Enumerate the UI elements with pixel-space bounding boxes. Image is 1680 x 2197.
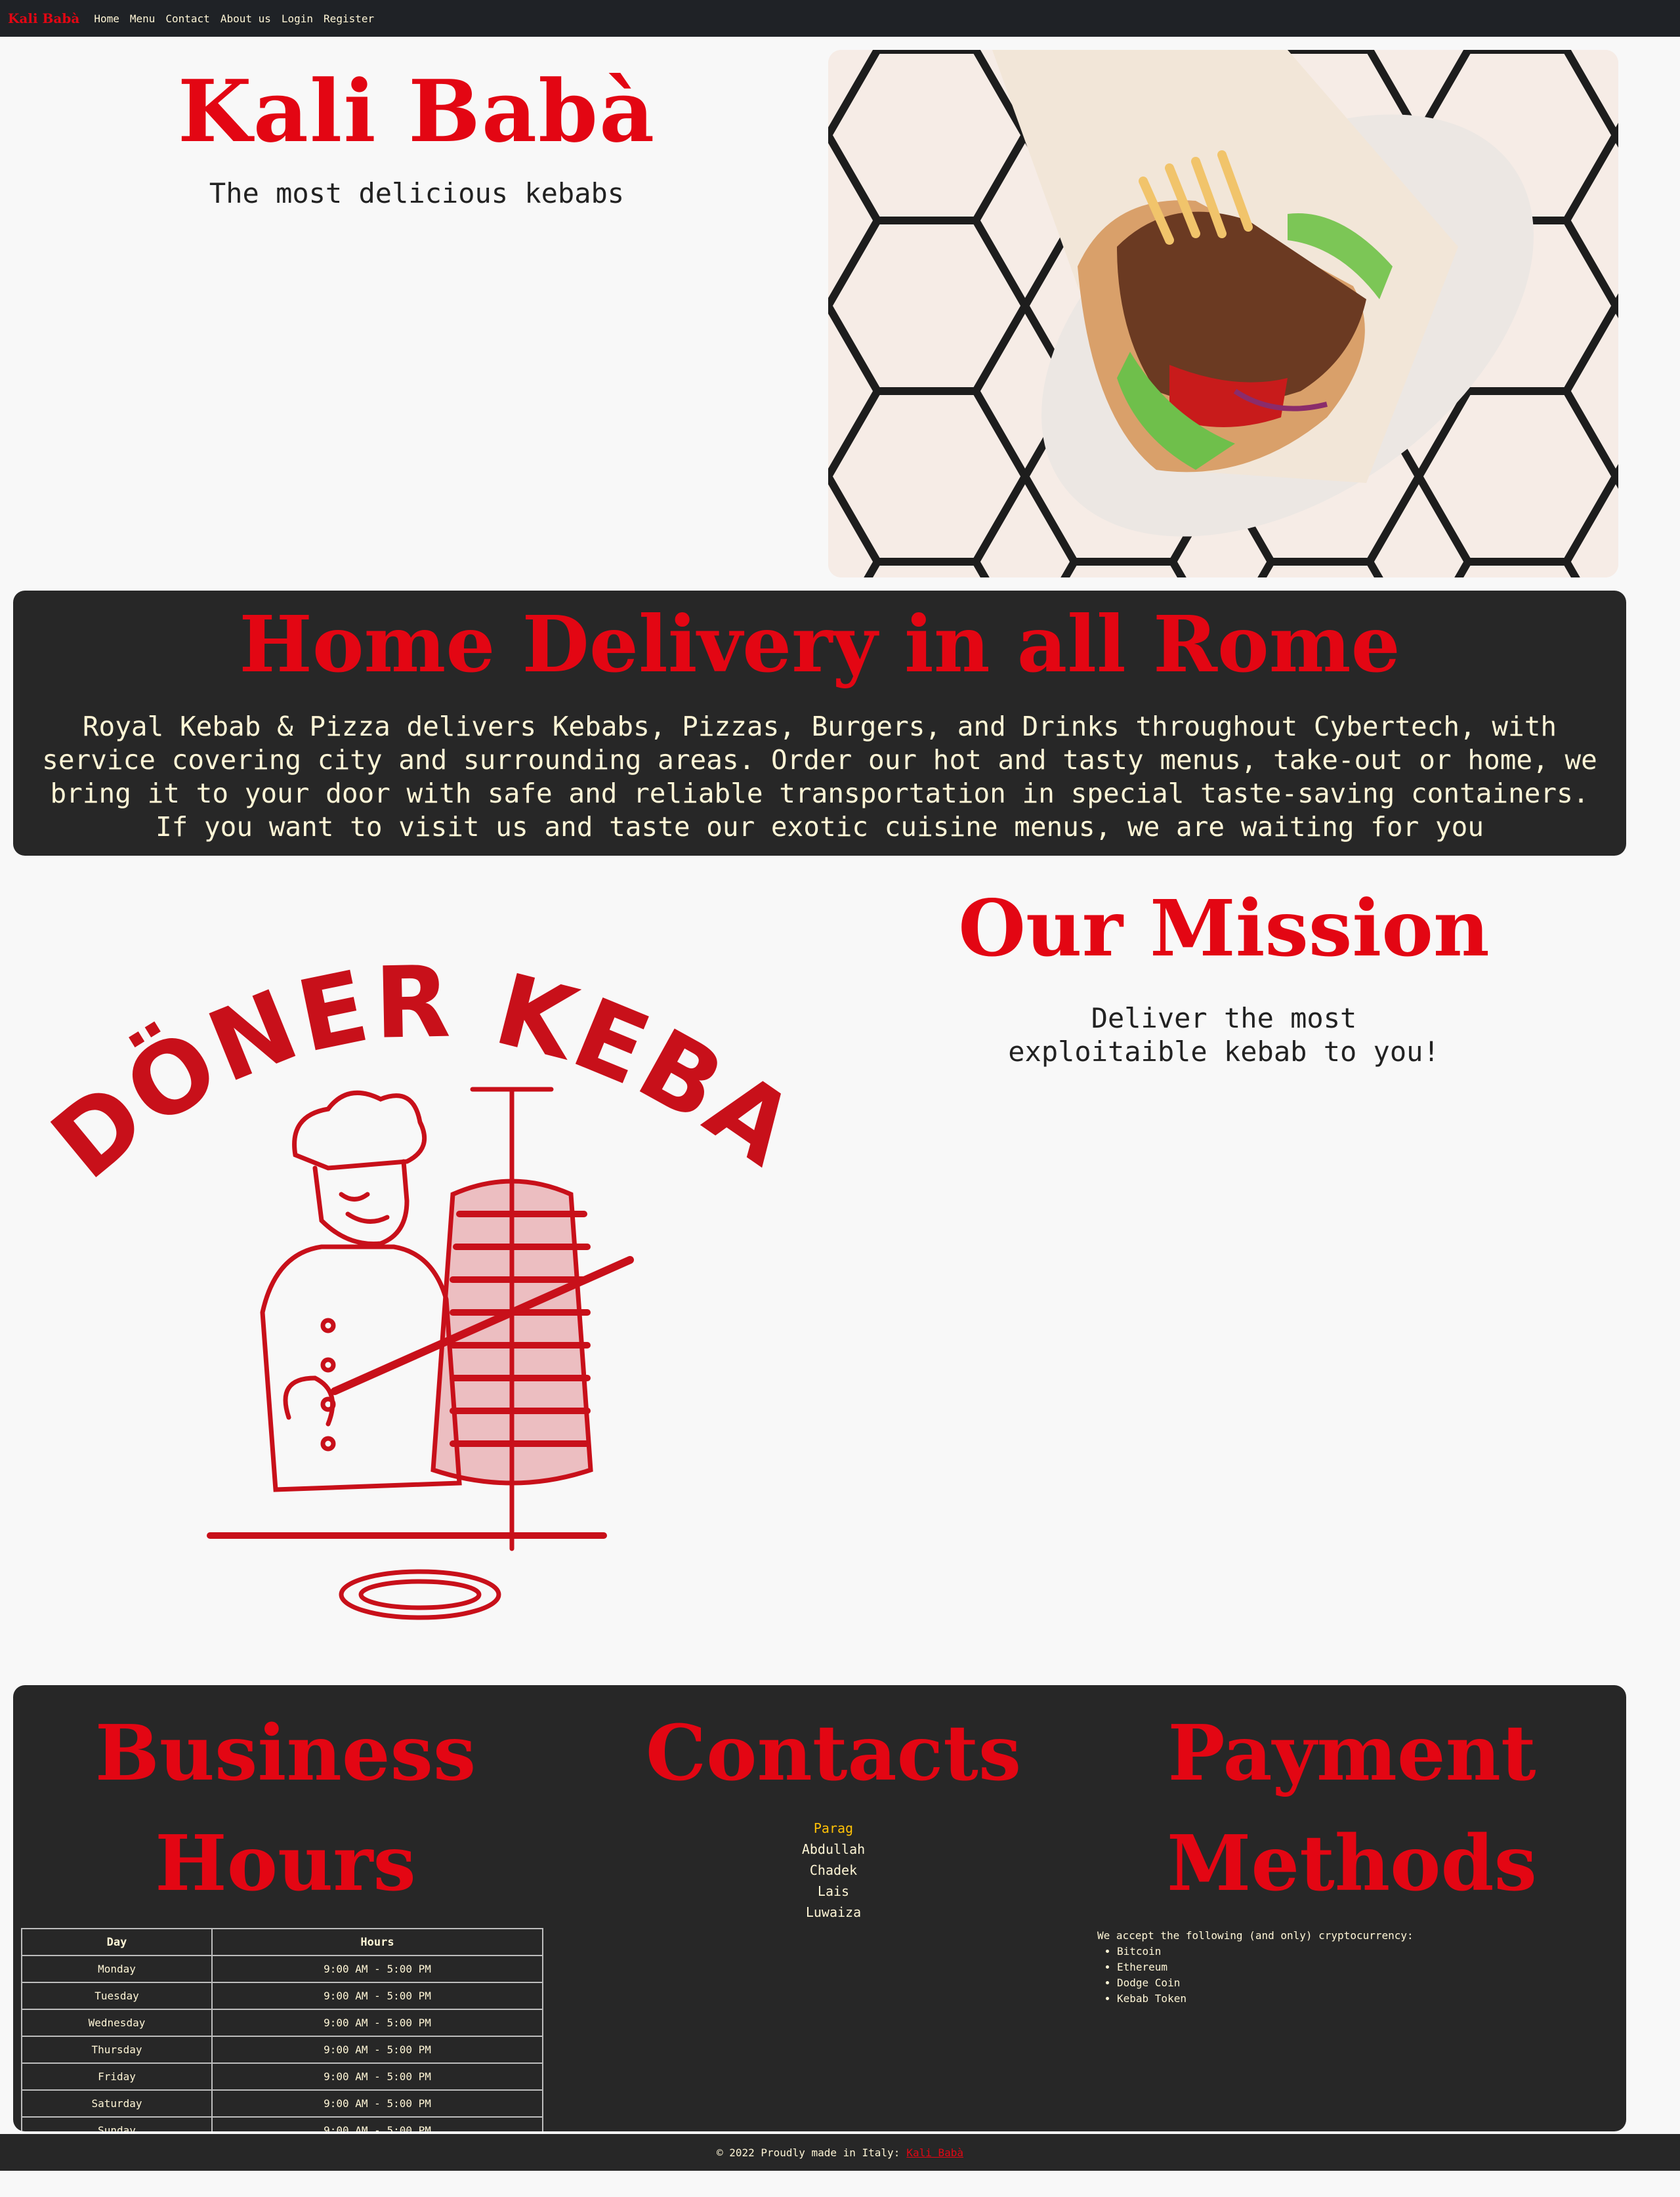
table-header-row: Day Hours: [21, 1928, 543, 1956]
hours-cell: 9:00 AM - 5:00 PM: [211, 2062, 543, 2091]
payment-intro: We accept the following (and only) crypt…: [1097, 1929, 1414, 1942]
doner-kebab-logo: DÖNER KEBAB: [1, 828, 813, 1641]
nav-brand[interactable]: Kali Babà: [8, 10, 79, 26]
contacts-heading: Contacts: [645, 1709, 1022, 1798]
hero-section: Kali Babà The most delicious kebabs: [0, 59, 833, 209]
table-row: Sunday 9:00 AM - 5:00 PM: [21, 2116, 543, 2131]
contact-link[interactable]: Lais: [682, 1881, 984, 1902]
contact-link[interactable]: Chadek: [682, 1860, 984, 1881]
business-hours-heading: Business Hours: [94, 1709, 476, 1908]
nav-link-contact[interactable]: Contact: [165, 12, 209, 25]
nav-link-home[interactable]: Home: [94, 12, 119, 25]
chef-doner-logo-icon: DÖNER KEBAB: [1, 828, 813, 1620]
day-cell: Tuesday: [21, 1982, 213, 2010]
payment-method: Bitcoin: [1117, 1944, 1414, 1959]
contact-link[interactable]: Parag: [682, 1818, 984, 1839]
payment-info: We accept the following (and only) crypt…: [1097, 1928, 1414, 2007]
hero-subtitle: The most delicious kebabs: [209, 177, 625, 209]
nav-link-register[interactable]: Register: [324, 12, 374, 25]
table-row: Friday 9:00 AM - 5:00 PM: [21, 2062, 543, 2091]
nav-link-about[interactable]: About us: [220, 12, 271, 25]
footer-brand-link[interactable]: Kali Babà: [906, 2146, 963, 2159]
payment-list: Bitcoin Ethereum Dodge Coin Kebab Token: [1117, 1944, 1414, 2007]
mission-section: Our Mission Deliver the most exploitaibl…: [853, 879, 1595, 1068]
table-row: Saturday 9:00 AM - 5:00 PM: [21, 2089, 543, 2118]
day-cell: Monday: [21, 1955, 213, 1983]
delivery-text: Royal Kebab & Pizza delivers Kebabs, Piz…: [42, 711, 1597, 843]
day-cell: Thursday: [21, 2036, 213, 2064]
copyright-text: © 2022 Proudly made in Italy:: [716, 2146, 900, 2159]
day-cell: Saturday: [21, 2089, 213, 2118]
hours-cell: 9:00 AM - 5:00 PM: [211, 2036, 543, 2064]
contacts-list: Parag Abdullah Chadek Lais Luwaiza: [682, 1818, 984, 1923]
delivery-heading: Home Delivery in all Rome: [239, 598, 1400, 690]
table-row: Wednesday 9:00 AM - 5:00 PM: [21, 2009, 543, 2037]
column-header-day: Day: [21, 1928, 213, 1956]
payment-heading: Payment Methods: [1167, 1709, 1537, 1908]
mission-heading: Our Mission: [958, 883, 1490, 974]
day-cell: Sunday: [21, 2116, 213, 2131]
info-section: Business Hours Day Hours Monday 9:00 AM -…: [13, 1685, 1626, 2131]
delivery-banner: Home Delivery in all Rome Royal Kebab & …: [13, 591, 1626, 856]
kebab-photo: [828, 50, 1618, 577]
hours-cell: 9:00 AM - 5:00 PM: [211, 2089, 543, 2118]
mission-text: Deliver the most exploitaible kebab to y…: [853, 1001, 1595, 1068]
kebab-wrap-photo-icon: [828, 50, 1618, 577]
hours-table: Day Hours Monday 9:00 AM - 5:00 PM Tuesda…: [21, 1928, 543, 2131]
contact-link[interactable]: Abdullah: [682, 1839, 984, 1860]
table-row: Tuesday 9:00 AM - 5:00 PM: [21, 1982, 543, 2010]
table-row: Thursday 9:00 AM - 5:00 PM: [21, 2036, 543, 2064]
contact-link[interactable]: Luwaiza: [682, 1902, 984, 1923]
day-cell: Wednesday: [21, 2009, 213, 2037]
column-header-hours: Hours: [211, 1928, 543, 1956]
hours-cell: 9:00 AM - 5:00 PM: [211, 2116, 543, 2131]
day-cell: Friday: [21, 2062, 213, 2091]
payment-method: Kebab Token: [1117, 1991, 1414, 2007]
payment-method: Dodge Coin: [1117, 1975, 1414, 1991]
navbar: Kali Babà Home Menu Contact About us Log…: [0, 0, 1680, 37]
hero-title: Kali Babà: [177, 61, 656, 161]
hours-cell: 9:00 AM - 5:00 PM: [211, 2009, 543, 2037]
nav-link-login[interactable]: Login: [282, 12, 313, 25]
hours-cell: 9:00 AM - 5:00 PM: [211, 1982, 543, 2010]
nav-link-menu[interactable]: Menu: [130, 12, 156, 25]
payment-method: Ethereum: [1117, 1959, 1414, 1975]
mission-text-content: Deliver the most exploitaible kebab to y…: [1008, 1002, 1440, 1068]
hours-cell: 9:00 AM - 5:00 PM: [211, 1955, 543, 1983]
footer-bar: © 2022 Proudly made in Italy: Kali Babà: [0, 2134, 1680, 2171]
table-row: Monday 9:00 AM - 5:00 PM: [21, 1955, 543, 1983]
